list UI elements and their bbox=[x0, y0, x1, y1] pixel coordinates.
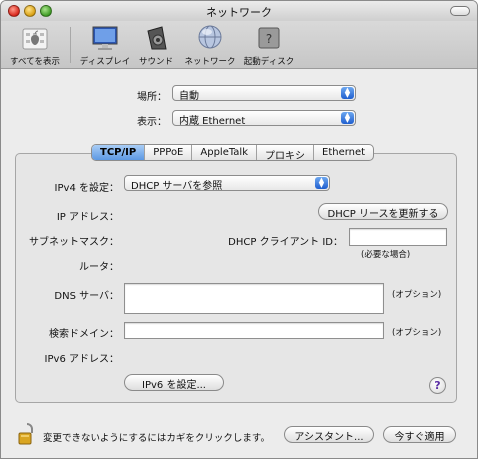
svg-text:?: ? bbox=[266, 32, 272, 46]
tab-ethernet[interactable]: Ethernet bbox=[313, 145, 373, 160]
tab-bar: TCP/IP PPPoE AppleTalk プロキシ Ethernet bbox=[91, 144, 375, 161]
popup-arrows-icon: ▲ ▼ bbox=[315, 177, 328, 189]
startup-disk-icon: ? bbox=[253, 23, 285, 53]
tab-proxy[interactable]: プロキシ bbox=[256, 145, 313, 160]
location-label: 場所： bbox=[137, 92, 167, 103]
network-globe-icon bbox=[194, 23, 226, 53]
dns-server-label: DNS サーバ： bbox=[54, 291, 119, 302]
search-domain-label: 検索ドメイン： bbox=[49, 329, 119, 340]
help-icon[interactable]: ? bbox=[429, 377, 446, 394]
toolbar-item-show-all[interactable]: すべてを表示 bbox=[5, 23, 65, 67]
ip-address-label: IP アドレス： bbox=[56, 212, 119, 223]
toolbar-item-network[interactable]: ネットワーク bbox=[181, 23, 239, 67]
location-popup[interactable]: 自動 ▲ ▼ bbox=[172, 85, 356, 102]
toolbar-label-sound: サウンド bbox=[138, 57, 173, 67]
ipv6-address-label: IPv6 アドレス： bbox=[44, 354, 119, 365]
tab-pppoe[interactable]: PPPoE bbox=[144, 145, 191, 160]
apply-now-button[interactable]: 今すぐ適用 bbox=[383, 426, 456, 443]
toolbar-item-display[interactable]: ディスプレイ bbox=[77, 23, 133, 67]
assistant-button[interactable]: アシスタント... bbox=[284, 426, 374, 443]
renew-dhcp-lease-button[interactable]: DHCP リースを更新する bbox=[318, 203, 448, 220]
window-title: ネットワーク bbox=[206, 6, 272, 19]
popup-arrows-icon: ▲ ▼ bbox=[341, 112, 354, 124]
ipv4-config-popup[interactable]: DHCP サーバを参照 ▲ ▼ bbox=[124, 175, 330, 192]
apple-show-all-icon bbox=[19, 23, 51, 53]
toolbar: すべてを表示 ディスプレイ サウンド ネットワーク ? 起動ディスク bbox=[1, 21, 477, 69]
tab-tcpip[interactable]: TCP/IP bbox=[92, 145, 145, 160]
tab-appletalk[interactable]: AppleTalk bbox=[191, 145, 256, 160]
subnet-mask-label: サブネットマスク： bbox=[29, 237, 119, 248]
speaker-icon bbox=[140, 23, 172, 53]
dns-optional-note: (オプション) bbox=[392, 290, 442, 300]
display-icon bbox=[89, 23, 121, 53]
toolbar-label-startup-disk: 起動ディスク bbox=[243, 57, 295, 67]
ipv4-config-value: DHCP サーバを参照 bbox=[131, 181, 223, 192]
dhcp-client-id-label: DHCP クライアント ID： bbox=[228, 237, 343, 248]
toolbar-label-display: ディスプレイ bbox=[79, 57, 131, 67]
dhcp-client-id-field[interactable] bbox=[349, 228, 447, 246]
show-popup-value: 内蔵 Ethernet bbox=[179, 116, 246, 127]
preferences-window: ネットワーク すべてを表示 ディスプレイ サウンド ネットワーク ? 起動ディス… bbox=[0, 0, 478, 459]
show-popup[interactable]: 内蔵 Ethernet ▲ ▼ bbox=[172, 110, 356, 127]
popup-arrows-icon: ▲ ▼ bbox=[341, 87, 354, 99]
show-label: 表示： bbox=[137, 117, 167, 128]
ipv4-label: IPv4 を設定： bbox=[54, 183, 119, 194]
lock-instruction-text: 変更できないようにするにはカギをクリックします。 bbox=[43, 433, 270, 444]
toolbar-label-network: ネットワーク bbox=[184, 57, 236, 67]
dns-server-field[interactable] bbox=[124, 283, 384, 314]
title-bar[interactable]: ネットワーク bbox=[1, 1, 477, 21]
if-needed-note: (必要な場合) bbox=[361, 250, 411, 260]
configure-ipv6-button[interactable]: IPv6 を設定... bbox=[124, 374, 224, 391]
toolbar-separator bbox=[70, 27, 71, 63]
toolbar-item-startup-disk[interactable]: ? 起動ディスク bbox=[241, 23, 297, 67]
location-popup-value: 自動 bbox=[179, 91, 199, 102]
search-domain-optional-note: (オプション) bbox=[392, 328, 442, 338]
lock-icon[interactable] bbox=[18, 423, 36, 445]
search-domain-field[interactable] bbox=[124, 322, 384, 339]
toolbar-label-show-all: すべてを表示 bbox=[10, 57, 60, 67]
toolbar-item-sound[interactable]: サウンド bbox=[133, 23, 179, 67]
router-label: ルータ： bbox=[79, 262, 119, 273]
toolbar-toggle-button[interactable] bbox=[450, 6, 470, 16]
